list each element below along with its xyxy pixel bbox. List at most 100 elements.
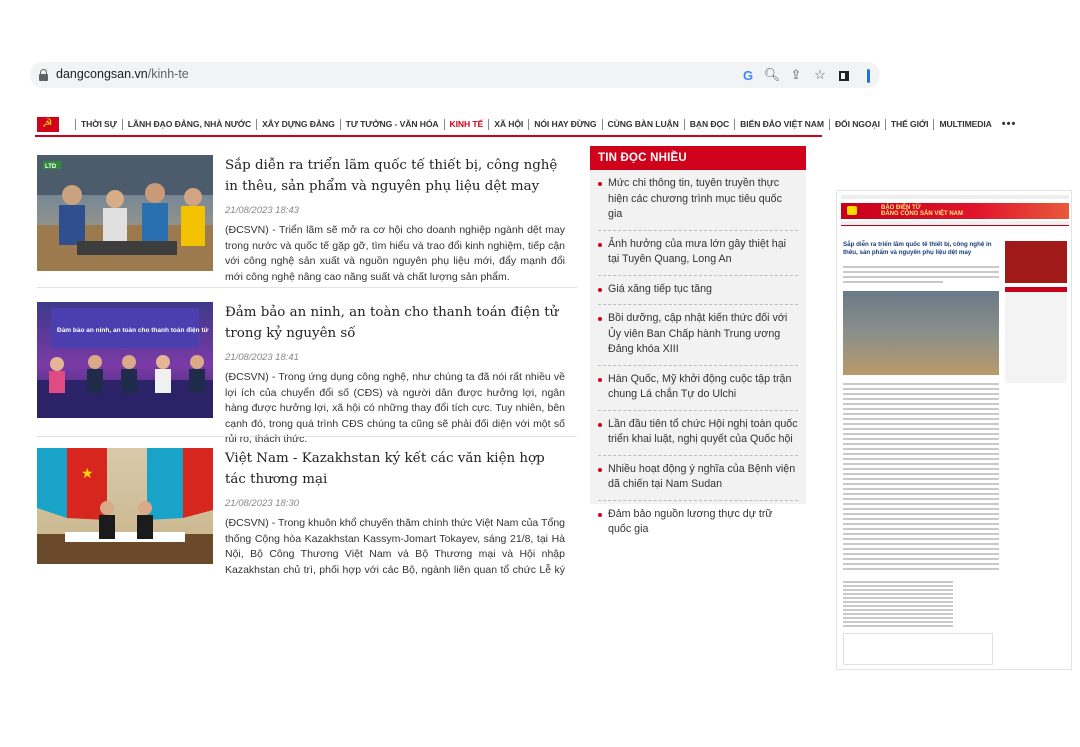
preview-related-line <box>843 585 953 587</box>
article-thumbnail[interactable]: ★ <box>37 448 213 564</box>
preview-body-line <box>843 498 999 500</box>
preview-body-line <box>843 408 999 410</box>
preview-body-line <box>843 468 999 470</box>
nav-item-5[interactable]: KINH TẾ <box>443 119 489 130</box>
bullet-icon <box>598 317 602 321</box>
preview-body-line <box>843 568 999 570</box>
preview-banner-text: BÁO ĐIỆN TỬ ĐẢNG CỘNG SẢN VIỆT NAM <box>881 205 964 217</box>
preview-related-line <box>843 625 953 627</box>
preview-body-line <box>843 523 999 525</box>
preview-comment-box <box>843 633 993 665</box>
preview-body-line <box>843 403 999 405</box>
article-summary: (ĐCSVN) - Trong khuôn khổ chuyến thăm ch… <box>225 517 565 576</box>
nav-item-8[interactable]: CÙNG BÀN LUẬN <box>601 119 684 130</box>
nav-item-2[interactable]: LÃNH ĐẠO ĐẢNG, NHÀ NƯỚC <box>121 119 256 130</box>
share-icon[interactable]: ⇪ <box>784 67 808 83</box>
bullet-icon <box>598 287 602 292</box>
profile-icon[interactable] <box>856 67 880 83</box>
lock-icon[interactable] <box>39 69 48 81</box>
article-title[interactable]: Đảm bảo an ninh, an toàn cho thanh toán … <box>225 302 565 344</box>
preview-body-line <box>843 443 999 445</box>
preview-body-line <box>843 433 999 435</box>
preview-title: Sắp diễn ra triển lãm quốc tế thiết bị, … <box>843 241 992 256</box>
preview-related-line <box>843 621 953 623</box>
nav-item-10[interactable]: BIỂN ĐẢO VIỆT NAM <box>734 119 829 130</box>
nav-item-13[interactable]: MULTIMEDIA <box>933 119 996 130</box>
most-read-item-label[interactable]: Nhiều hoạt động ý nghĩa của Bệnh viện dã… <box>608 463 795 491</box>
preview-body-line <box>843 548 999 550</box>
bullet-icon <box>598 182 602 186</box>
url-text[interactable]: dangcongsan.vn/kinh-te <box>56 67 189 81</box>
bullet-icon <box>598 377 602 382</box>
preview-body-line <box>843 453 999 455</box>
preview-body-line <box>843 413 999 415</box>
nav-item-11[interactable]: ĐỐI NGOẠI <box>828 119 885 130</box>
most-read-item-label[interactable]: Mức chi thông tin, tuyên truyền thực hiệ… <box>608 177 782 220</box>
most-read-item[interactable]: Ảnh hưởng của mưa lớn gây thiệt hại tại … <box>598 231 798 276</box>
nav-item-12[interactable]: THẾ GIỚI <box>884 119 934 130</box>
nav-item-7[interactable]: NÓI HAY ĐỪNG <box>528 119 601 130</box>
bullet-icon <box>598 242 602 247</box>
most-read-item-label[interactable]: Bồi dưỡng, cập nhật kiến thức đối với Ủy… <box>608 312 787 355</box>
most-read-panel: TIN ĐỌC NHIỀU Mức chi thông tin, tuyên t… <box>590 146 806 535</box>
svg-text:★: ★ <box>81 466 94 482</box>
most-read-item[interactable]: Hàn Quốc, Mỹ khởi động cuộc tập trận chu… <box>598 366 798 411</box>
preview-body-line <box>843 483 999 485</box>
most-read-item-label[interactable]: Giá xăng tiếp tục tăng <box>608 283 712 295</box>
preview-body-line <box>843 448 999 450</box>
divider <box>37 287 577 288</box>
preview-related-line <box>843 581 953 583</box>
most-read-item[interactable]: Lần đầu tiên tổ chức Hội nghị toàn quốc … <box>598 411 798 456</box>
bookmark-star-icon[interactable]: ☆ <box>808 67 832 83</box>
preview-related-line <box>843 601 953 603</box>
article-title[interactable]: Việt Nam - Kazakhstan ký kết các văn kiệ… <box>225 448 565 490</box>
most-read-item[interactable]: Giá xăng tiếp tục tăng <box>598 276 798 305</box>
most-read-item-label[interactable]: Ảnh hưởng của mưa lớn gây thiệt hại tại … <box>608 238 786 266</box>
article-thumbnail[interactable]: Đảm bảo an ninh, an toàn cho thanh toán … <box>37 302 213 418</box>
sidebar-icon[interactable] <box>832 68 856 83</box>
most-read-item[interactable]: Đảm bảo nguồn lương thực dự trữ quốc gia <box>598 501 798 545</box>
preview-summary-line <box>843 266 999 268</box>
preview-side-header <box>1005 287 1067 292</box>
flag-icon <box>847 206 857 215</box>
zoom-icon[interactable]: 🔍︎ <box>760 67 784 83</box>
preview-body-line <box>843 458 999 460</box>
nav-item-1[interactable]: THỜI SỰ <box>75 119 122 130</box>
preview-topbar <box>841 195 1069 199</box>
preview-body-line <box>843 383 999 385</box>
preview-nav <box>841 221 1069 226</box>
preview-photo <box>843 291 999 375</box>
site-nav: THỜI SỰLÃNH ĐẠO ĐẢNG, NHÀ NƯỚCXÂY DỰNG Đ… <box>35 115 1015 137</box>
preview-body-line <box>843 418 999 420</box>
most-read-item[interactable]: Mức chi thông tin, tuyên truyền thực hiệ… <box>598 170 798 231</box>
nav-item-3[interactable]: XÂY DỰNG ĐẢNG <box>256 119 340 130</box>
preview-summary-line <box>843 281 943 283</box>
most-read-item[interactable]: Bồi dưỡng, cập nhật kiến thức đối với Ủy… <box>598 305 798 366</box>
preview-body-line <box>843 463 999 465</box>
party-flag-logo[interactable] <box>37 116 59 132</box>
preview-body-line <box>843 428 999 430</box>
preview-body-line <box>843 533 999 535</box>
address-bar[interactable]: dangcongsan.vn/kinh-te G 🔍︎ ⇪ ☆ <box>30 62 880 88</box>
preview-body-line <box>843 488 999 490</box>
most-read-item-label[interactable]: Hàn Quốc, Mỹ khởi động cuộc tập trận chu… <box>608 373 791 401</box>
nav-item-4[interactable]: TƯ TƯỞNG - VĂN HÓA <box>339 119 444 130</box>
preview-body-line <box>843 398 999 400</box>
preview-body-line <box>843 508 999 510</box>
most-read-item[interactable]: Nhiều hoạt động ý nghĩa của Bệnh viện dã… <box>598 456 798 501</box>
nav-more-icon[interactable]: ••• <box>997 119 1022 130</box>
article-thumbnail[interactable]: LTD <box>37 155 213 271</box>
bullet-icon <box>598 512 602 517</box>
nav-item-6[interactable]: XÃ HỘI <box>488 119 528 130</box>
most-read-item-label[interactable]: Lần đầu tiên tổ chức Hội nghị toàn quốc … <box>608 418 798 446</box>
bullet-icon <box>598 422 602 427</box>
google-lens-icon[interactable]: G <box>736 68 760 83</box>
nav-list: THỜI SỰ LÃNH ĐẠO ĐẢNG, NHÀ NƯỚC XÂY DỰNG Đ… <box>75 119 1021 130</box>
preview-side-list <box>1005 287 1067 383</box>
preview-related-line <box>843 593 953 595</box>
most-read-list: Mức chi thông tin, tuyên truyền thực hiệ… <box>590 170 806 545</box>
most-read-item-label[interactable]: Đảm bảo nguồn lương thực dự trữ quốc gia <box>608 508 773 536</box>
preview-related-line <box>843 617 953 619</box>
article-title[interactable]: Sắp diễn ra triển lãm quốc tế thiết bị, … <box>225 155 565 197</box>
nav-item-9[interactable]: BẠN ĐỌC <box>683 119 734 130</box>
